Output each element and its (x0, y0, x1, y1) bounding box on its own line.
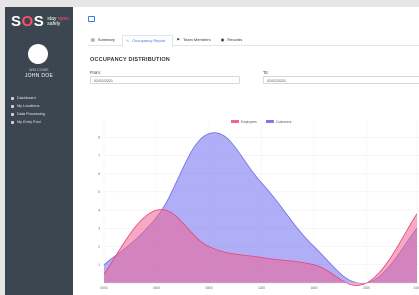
sidebar-item-label: My Locations (17, 104, 40, 108)
y-tick-label: 7 (98, 154, 100, 158)
sidebar-item-label: Data Processing (17, 112, 45, 116)
y-tick-label: 2 (98, 245, 100, 249)
sidebar-item-my-locations[interactable]: My Locations (11, 102, 71, 110)
legend-swatch (265, 120, 274, 123)
avatar[interactable] (28, 44, 48, 64)
logo-mark: SOS (11, 13, 45, 30)
occupancy-chart: Employees Customers 1 2 3 4 5 6 7 8 0000 0400 0800 1… (98, 119, 419, 290)
x-tick-label: 2000 (363, 286, 370, 290)
username: JOHN DOE (24, 73, 54, 79)
x-tick-label: 1200 (258, 286, 265, 290)
sidebar-nav: Dashboard My Locations Data Processing M… (11, 94, 71, 126)
x-tick-label: 0400 (153, 286, 160, 290)
y-tick-label: 8 (98, 135, 100, 139)
pool-icon (11, 120, 14, 124)
x-tick-label: 2400 (413, 286, 419, 290)
y-tick-label: 4 (98, 208, 100, 212)
main-content: ▤ Summary ∿ Occupancy Report ⚑ Team Members… (73, 7, 419, 295)
legend-swatch (231, 120, 239, 123)
y-tick-label: 1 (98, 263, 100, 267)
x-tick-label: 0000 (100, 286, 107, 290)
y-tick-label: 5 (98, 190, 100, 194)
location-icon (11, 104, 14, 108)
document-icon (11, 112, 14, 116)
sidebar-item-label: Dashboard (17, 96, 36, 100)
home-icon (11, 96, 14, 100)
y-tick-label: 6 (98, 172, 100, 176)
sidebar-item-my-entry-pool[interactable]: My Entry Pool (11, 118, 71, 126)
legend-label: Employees (241, 120, 257, 124)
logo: SOS stay open safely (11, 13, 69, 30)
legend-label: Customers (276, 120, 292, 124)
sidebar-item-label: My Entry Pool (17, 120, 41, 124)
sidebar: SOS stay open safely WELCOME JOHN DOE Da… (5, 7, 73, 295)
y-tick-label: 3 (98, 227, 100, 231)
app-frame: SOS stay open safely WELCOME JOHN DOE Da… (0, 0, 419, 295)
logo-tagline: stay open safely (47, 15, 69, 27)
sidebar-item-dashboard[interactable]: Dashboard (11, 94, 71, 102)
sidebar-item-data-processing[interactable]: Data Processing (11, 110, 71, 118)
x-tick-label: 1600 (310, 286, 317, 290)
welcome-text: WELCOME (29, 68, 49, 72)
x-tick-label: 0800 (205, 286, 212, 290)
